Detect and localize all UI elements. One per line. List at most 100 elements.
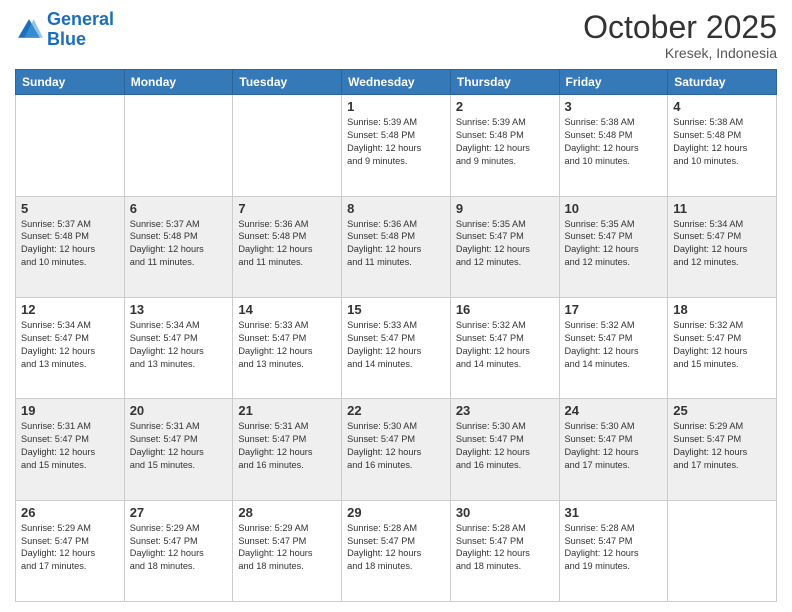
header: General Blue October 2025 Kresek, Indone… (15, 10, 777, 61)
calendar-week-row: 12 Sunrise: 5:34 AM Sunset: 5:47 PM Dayli… (16, 297, 777, 398)
calendar-cell: 6 Sunrise: 5:37 AM Sunset: 5:48 PM Daylig… (124, 196, 233, 297)
calendar-week-row: 1 Sunrise: 5:39 AM Sunset: 5:48 PM Daylig… (16, 95, 777, 196)
day-info: Sunrise: 5:29 AM Sunset: 5:47 PM Dayligh… (130, 522, 228, 574)
calendar-cell: 11 Sunrise: 5:34 AM Sunset: 5:47 PM Dayli… (668, 196, 777, 297)
day-info: Sunrise: 5:29 AM Sunset: 5:47 PM Dayligh… (238, 522, 336, 574)
day-number: 26 (21, 505, 119, 520)
calendar-cell: 7Sunrise: 5:36 AM Sunset: 5:48 PM Daylig… (233, 196, 342, 297)
page: General Blue October 2025 Kresek, Indone… (0, 0, 792, 612)
day-info: Sunrise: 5:38 AM Sunset: 5:48 PM Dayligh… (673, 116, 771, 168)
day-number: 4 (673, 99, 771, 114)
day-info: Sunrise: 5:30 AM Sunset: 5:47 PM Dayligh… (347, 420, 445, 472)
day-info: Sunrise: 5:38 AM Sunset: 5:48 PM Dayligh… (565, 116, 663, 168)
day-number: 24 (565, 403, 663, 418)
day-info: Sunrise: 5:30 AM Sunset: 5:47 PM Dayligh… (565, 420, 663, 472)
day-info: Sunrise: 5:33 AM Sunset: 5:47 PM Dayligh… (238, 319, 336, 371)
day-info: Sunrise: 5:39 AM Sunset: 5:48 PM Dayligh… (456, 116, 554, 168)
day-number: 8 (347, 201, 445, 216)
day-info: Sunrise: 5:32 AM Sunset: 5:47 PM Dayligh… (673, 319, 771, 371)
logo-blue: Blue (47, 30, 114, 50)
logo-text: General Blue (47, 10, 114, 50)
day-info: Sunrise: 5:37 AM Sunset: 5:48 PM Dayligh… (130, 218, 228, 270)
day-number: 3 (565, 99, 663, 114)
day-number: 12 (21, 302, 119, 317)
day-number: 2 (456, 99, 554, 114)
calendar-cell (668, 500, 777, 601)
calendar-cell: 9Sunrise: 5:35 AM Sunset: 5:47 PM Daylig… (450, 196, 559, 297)
day-info: Sunrise: 5:33 AM Sunset: 5:47 PM Dayligh… (347, 319, 445, 371)
day-number: 31 (565, 505, 663, 520)
calendar-cell: 26Sunrise: 5:29 AM Sunset: 5:47 PM Dayli… (16, 500, 125, 601)
calendar-cell: 20Sunrise: 5:31 AM Sunset: 5:47 PM Dayli… (124, 399, 233, 500)
title-block: October 2025 Kresek, Indonesia (583, 10, 777, 61)
day-number: 10 (565, 201, 663, 216)
calendar-cell: 21Sunrise: 5:31 AM Sunset: 5:47 PM Dayli… (233, 399, 342, 500)
day-number: 22 (347, 403, 445, 418)
calendar-cell: 31 Sunrise: 5:28 AM Sunset: 5:47 PM Dayli… (559, 500, 668, 601)
calendar-cell (233, 95, 342, 196)
calendar-cell: 15 Sunrise: 5:33 AM Sunset: 5:47 PM Dayli… (342, 297, 451, 398)
day-info: Sunrise: 5:31 AM Sunset: 5:47 PM Dayligh… (130, 420, 228, 472)
logo-icon (15, 16, 43, 44)
logo-general: General (47, 9, 114, 29)
col-thursday: Thursday (450, 70, 559, 95)
calendar-table: Sunday Monday Tuesday Wednesday Thursday… (15, 69, 777, 602)
day-info: Sunrise: 5:36 AM Sunset: 5:48 PM Dayligh… (238, 218, 336, 270)
calendar-cell (16, 95, 125, 196)
calendar-cell: 28Sunrise: 5:29 AM Sunset: 5:47 PM Dayli… (233, 500, 342, 601)
calendar-cell: 13 Sunrise: 5:34 AM Sunset: 5:47 PM Dayli… (124, 297, 233, 398)
day-number: 30 (456, 505, 554, 520)
day-info: Sunrise: 5:32 AM Sunset: 5:47 PM Dayligh… (565, 319, 663, 371)
location-subtitle: Kresek, Indonesia (583, 45, 777, 61)
day-number: 6 (130, 201, 228, 216)
calendar-cell: 1 Sunrise: 5:39 AM Sunset: 5:48 PM Daylig… (342, 95, 451, 196)
day-number: 27 (130, 505, 228, 520)
day-number: 15 (347, 302, 445, 317)
day-info: Sunrise: 5:39 AM Sunset: 5:48 PM Dayligh… (347, 116, 445, 168)
day-number: 19 (21, 403, 119, 418)
calendar-cell: 16Sunrise: 5:32 AM Sunset: 5:47 PM Dayli… (450, 297, 559, 398)
calendar-cell: 22 Sunrise: 5:30 AM Sunset: 5:47 PM Dayli… (342, 399, 451, 500)
calendar-cell: 2 Sunrise: 5:39 AM Sunset: 5:48 PM Daylig… (450, 95, 559, 196)
day-info: Sunrise: 5:36 AM Sunset: 5:48 PM Dayligh… (347, 218, 445, 270)
day-info: Sunrise: 5:34 AM Sunset: 5:47 PM Dayligh… (21, 319, 119, 371)
day-info: Sunrise: 5:28 AM Sunset: 5:47 PM Dayligh… (565, 522, 663, 574)
col-monday: Monday (124, 70, 233, 95)
day-number: 18 (673, 302, 771, 317)
calendar-cell: 24 Sunrise: 5:30 AM Sunset: 5:47 PM Dayli… (559, 399, 668, 500)
day-number: 14 (238, 302, 336, 317)
calendar-cell: 8 Sunrise: 5:36 AM Sunset: 5:48 PM Daylig… (342, 196, 451, 297)
day-info: Sunrise: 5:34 AM Sunset: 5:47 PM Dayligh… (673, 218, 771, 270)
day-number: 13 (130, 302, 228, 317)
day-info: Sunrise: 5:31 AM Sunset: 5:47 PM Dayligh… (21, 420, 119, 472)
calendar-cell: 14 Sunrise: 5:33 AM Sunset: 5:47 PM Dayli… (233, 297, 342, 398)
day-info: Sunrise: 5:28 AM Sunset: 5:47 PM Dayligh… (456, 522, 554, 574)
day-info: Sunrise: 5:35 AM Sunset: 5:47 PM Dayligh… (565, 218, 663, 270)
day-number: 1 (347, 99, 445, 114)
col-friday: Friday (559, 70, 668, 95)
col-sunday: Sunday (16, 70, 125, 95)
calendar-cell: 10 Sunrise: 5:35 AM Sunset: 5:47 PM Dayli… (559, 196, 668, 297)
day-info: Sunrise: 5:35 AM Sunset: 5:47 PM Dayligh… (456, 218, 554, 270)
calendar-week-row: 26 Sunrise: 5:29 AM Sunset: 5:47 PM Dayli… (16, 500, 777, 601)
col-tuesday: Tuesday (233, 70, 342, 95)
month-title: October 2025 (583, 10, 777, 45)
calendar-cell: 30 Sunrise: 5:28 AM Sunset: 5:47 PM Dayli… (450, 500, 559, 601)
day-number: 17 (565, 302, 663, 317)
logo: General Blue (15, 10, 114, 50)
day-number: 23 (456, 403, 554, 418)
day-number: 11 (673, 201, 771, 216)
calendar-cell (124, 95, 233, 196)
day-info: Sunrise: 5:32 AM Sunset: 5:47 PM Dayligh… (456, 319, 554, 371)
calendar-cell: 5 Sunrise: 5:37 AM Sunset: 5:48 PM Daylig… (16, 196, 125, 297)
day-info: Sunrise: 5:34 AM Sunset: 5:47 PM Dayligh… (130, 319, 228, 371)
day-number: 25 (673, 403, 771, 418)
calendar-cell: 27 Sunrise: 5:29 AM Sunset: 5:47 PM Dayli… (124, 500, 233, 601)
calendar-cell: 12 Sunrise: 5:34 AM Sunset: 5:47 PM Dayli… (16, 297, 125, 398)
calendar-cell: 18 Sunrise: 5:32 AM Sunset: 5:47 PM Dayli… (668, 297, 777, 398)
day-info: Sunrise: 5:37 AM Sunset: 5:48 PM Dayligh… (21, 218, 119, 270)
calendar-week-row: 5 Sunrise: 5:37 AM Sunset: 5:48 PM Daylig… (16, 196, 777, 297)
day-number: 5 (21, 201, 119, 216)
calendar-cell: 23Sunrise: 5:30 AM Sunset: 5:47 PM Dayli… (450, 399, 559, 500)
col-saturday: Saturday (668, 70, 777, 95)
